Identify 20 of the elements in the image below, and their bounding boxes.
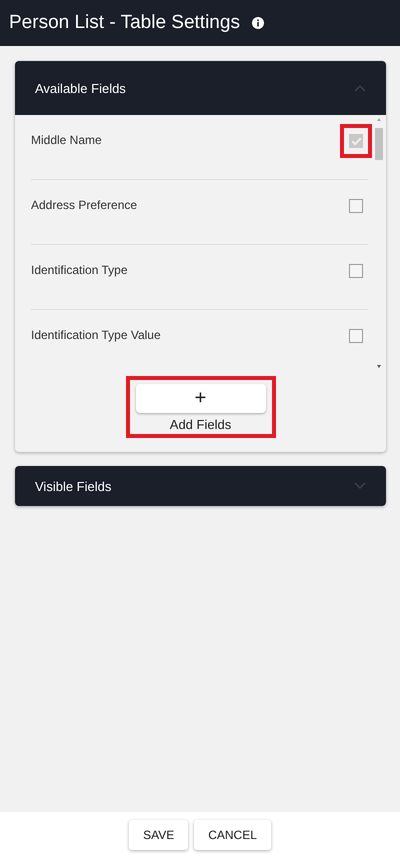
chevron-icon[interactable] [354,84,366,92]
checkbox[interactable] [349,134,363,148]
field-label: Identification Type Value [31,328,161,344]
info-icon[interactable] [252,17,264,29]
field-label: Middle Name [31,133,102,149]
panel-title: Visible Fields [35,478,112,494]
footer-button[interactable]: SAVE [129,820,188,850]
panel-header[interactable]: Visible Fields [15,466,386,506]
page-title: Person List - Table Settings [9,12,240,34]
panel-title: Available Fields [35,80,126,96]
add-fields-label: Add Fields [170,416,232,434]
chevron-icon[interactable] [354,482,366,490]
checkbox[interactable] [349,199,363,213]
checkbox[interactable] [349,264,363,278]
add-button[interactable]: + [136,384,266,413]
field-label: Address Preference [31,198,138,214]
panel-header[interactable]: Available Fields [15,61,386,115]
checkbox[interactable] [349,329,363,343]
footer-button[interactable]: CANCEL [194,820,271,850]
field-label: Identification Type [31,263,128,279]
